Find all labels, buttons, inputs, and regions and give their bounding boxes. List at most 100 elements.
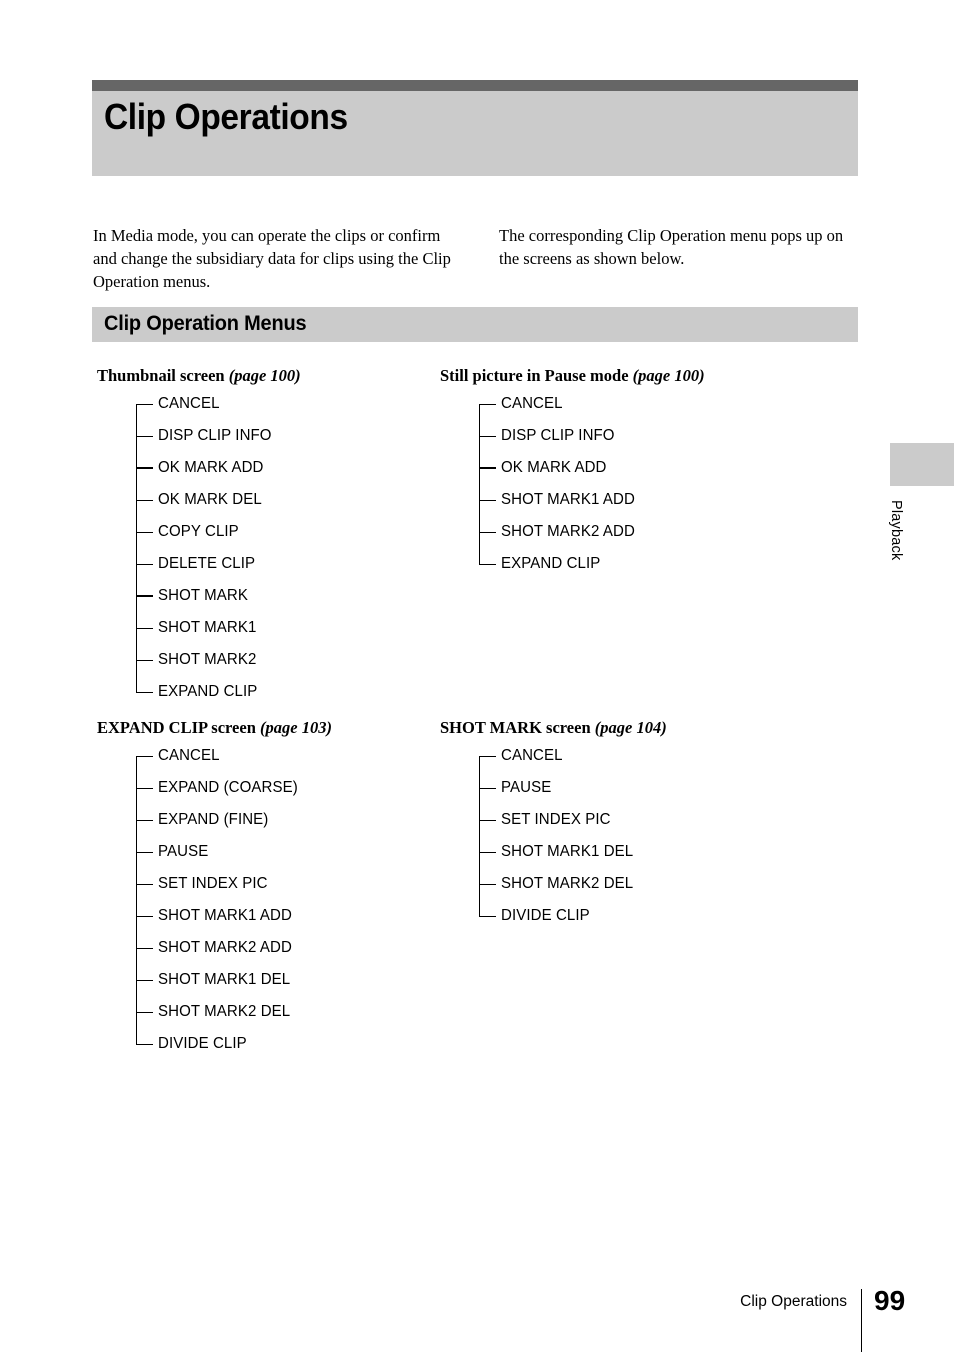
menu-block-shot-mark-screen: SHOT MARK screen (page 104) CANCEL PAUSE S… xyxy=(440,718,667,932)
menu-item: DISP CLIP INFO xyxy=(136,420,301,452)
menu-item-label: OK MARK DEL xyxy=(158,491,262,508)
menu-item: SHOT MARK xyxy=(136,580,301,612)
page-title-banner: Clip Operations xyxy=(92,80,858,176)
tree-branch-tick xyxy=(136,628,153,629)
tree-stem-line xyxy=(136,404,137,693)
menu-item: SHOT MARK2 xyxy=(136,644,301,676)
menu-item: CANCEL xyxy=(479,388,705,420)
menu-item: OK MARK ADD xyxy=(479,452,705,484)
menu-item-label: EXPAND (COARSE) xyxy=(158,779,298,796)
menu-item: SHOT MARK2 ADD xyxy=(479,516,705,548)
tree-branch-tick xyxy=(479,532,496,533)
tree-branch-tick xyxy=(136,404,153,405)
tree-branch-tick xyxy=(136,916,153,917)
tree-branch-tick xyxy=(479,788,496,789)
tree-stem-line xyxy=(479,756,480,917)
tree-branch-tick xyxy=(479,820,496,821)
menu-item: CANCEL xyxy=(479,740,667,772)
menu-item-label: OK MARK ADD xyxy=(158,459,264,476)
footer-page-number: 99 xyxy=(874,1285,906,1316)
menu-item: DISP CLIP INFO xyxy=(479,420,705,452)
section-header-title: Clip Operation Menus xyxy=(104,312,307,335)
menu-item: SET INDEX PIC xyxy=(479,804,667,836)
menu-item: EXPAND (COARSE) xyxy=(136,772,332,804)
tree-branch-tick xyxy=(136,788,153,789)
intro-paragraph-left: In Media mode, you can operate the clips… xyxy=(93,225,451,291)
tree-branch-tick xyxy=(136,500,153,501)
tree-branch-tick xyxy=(479,436,496,437)
menu-heading: EXPAND CLIP screen (page 103) xyxy=(97,718,332,738)
menu-item-label: SET INDEX PIC xyxy=(158,875,268,892)
menu-heading: Still picture in Pause mode (page 100) xyxy=(440,366,705,386)
menu-item: SHOT MARK1 ADD xyxy=(479,484,705,516)
tree-branch-tick xyxy=(479,500,496,501)
menu-item-label: DIVIDE CLIP xyxy=(501,907,590,924)
menu-screen-name: Still picture in Pause mode xyxy=(440,366,629,385)
tree-branch-tick xyxy=(136,820,153,821)
menu-screen-name: EXPAND CLIP screen xyxy=(97,718,256,737)
menu-heading: SHOT MARK screen (page 104) xyxy=(440,718,667,738)
tree-branch-tick xyxy=(136,595,153,597)
menu-item: SHOT MARK1 DEL xyxy=(136,964,332,996)
menu-item: DIVIDE CLIP xyxy=(479,900,667,932)
menu-item: OK MARK ADD xyxy=(136,452,301,484)
tree-stem-line xyxy=(136,756,137,1045)
page-title: Clip Operations xyxy=(104,96,348,137)
tree-branch-tick xyxy=(479,756,496,757)
menu-item-label: PAUSE xyxy=(158,843,209,860)
menu-item-label: SHOT MARK1 DEL xyxy=(501,843,634,860)
menu-heading: Thumbnail screen (page 100) xyxy=(97,366,301,386)
menu-page-reference: (page 100) xyxy=(632,366,705,385)
intro-paragraph-right: The corresponding Clip Operation menu po… xyxy=(499,225,844,268)
menu-item-label: SHOT MARK2 DEL xyxy=(158,1003,291,1020)
menu-item: DELETE CLIP xyxy=(136,548,301,580)
tree-branch-tick xyxy=(136,980,153,981)
section-header-band: Clip Operation Menus xyxy=(92,307,858,342)
menu-block-still-picture-pause-mode: Still picture in Pause mode (page 100) C… xyxy=(440,366,705,580)
menu-item-label: EXPAND (FINE) xyxy=(158,811,269,828)
menu-item: SHOT MARK1 ADD xyxy=(136,900,332,932)
menu-item: PAUSE xyxy=(479,772,667,804)
menu-item: EXPAND CLIP xyxy=(479,548,705,580)
menu-item: PAUSE xyxy=(136,836,332,868)
menu-screen-name: SHOT MARK screen xyxy=(440,718,591,737)
menu-item-label: EXPAND CLIP xyxy=(158,683,258,700)
menu-item-label: OK MARK ADD xyxy=(501,459,607,476)
chapter-thumb-tab-label: Playback xyxy=(888,500,904,561)
menu-block-expand-clip-screen: EXPAND CLIP screen (page 103) CANCEL EXPA… xyxy=(97,718,332,1060)
page-title-accent-bar xyxy=(92,80,858,91)
menu-item: CANCEL xyxy=(136,388,301,420)
tree-branch-tick xyxy=(136,467,153,469)
tree-branch-tick xyxy=(479,916,496,917)
tree-branch-tick xyxy=(479,467,496,469)
menu-item: CANCEL xyxy=(136,740,332,772)
menu-item: SHOT MARK2 ADD xyxy=(136,932,332,964)
tree-branch-tick xyxy=(136,436,153,437)
tree-branch-tick xyxy=(136,884,153,885)
menu-item-label: SHOT MARK1 ADD xyxy=(158,907,292,924)
menu-item: EXPAND CLIP xyxy=(136,676,301,708)
menu-item: OK MARK DEL xyxy=(136,484,301,516)
menu-item-label: DIVIDE CLIP xyxy=(158,1035,247,1052)
menu-item-label: DISP CLIP INFO xyxy=(501,427,615,444)
menu-item-label: SHOT MARK2 DEL xyxy=(501,875,634,892)
menu-page-reference: (page 100) xyxy=(228,366,301,385)
tree-branch-tick xyxy=(136,1044,153,1045)
menu-item: SET INDEX PIC xyxy=(136,868,332,900)
chapter-thumb-tab xyxy=(890,443,954,486)
menu-item-label: CANCEL xyxy=(501,395,563,412)
tree-branch-tick xyxy=(136,660,153,661)
tree-branch-tick xyxy=(136,564,153,565)
menu-page-reference: (page 103) xyxy=(260,718,332,737)
menu-item-label: SHOT MARK2 xyxy=(158,651,257,668)
menu-item: SHOT MARK2 DEL xyxy=(136,996,332,1028)
menu-item-label: SET INDEX PIC xyxy=(501,811,611,828)
menu-block-thumbnail-screen: Thumbnail screen (page 100) CANCEL DISP C… xyxy=(97,366,301,708)
menu-item-label: SHOT MARK xyxy=(158,587,248,604)
menu-item-label: DELETE CLIP xyxy=(158,555,256,572)
tree-branch-tick xyxy=(479,404,496,405)
menu-tree: CANCEL DISP CLIP INFO OK MARK ADD SHOT MARK… xyxy=(479,388,705,580)
menu-item-label: CANCEL xyxy=(158,395,220,412)
menu-tree: CANCEL PAUSE SET INDEX PIC SHOT MARK1 DEL SH… xyxy=(479,740,667,932)
menu-item: SHOT MARK1 xyxy=(136,612,301,644)
